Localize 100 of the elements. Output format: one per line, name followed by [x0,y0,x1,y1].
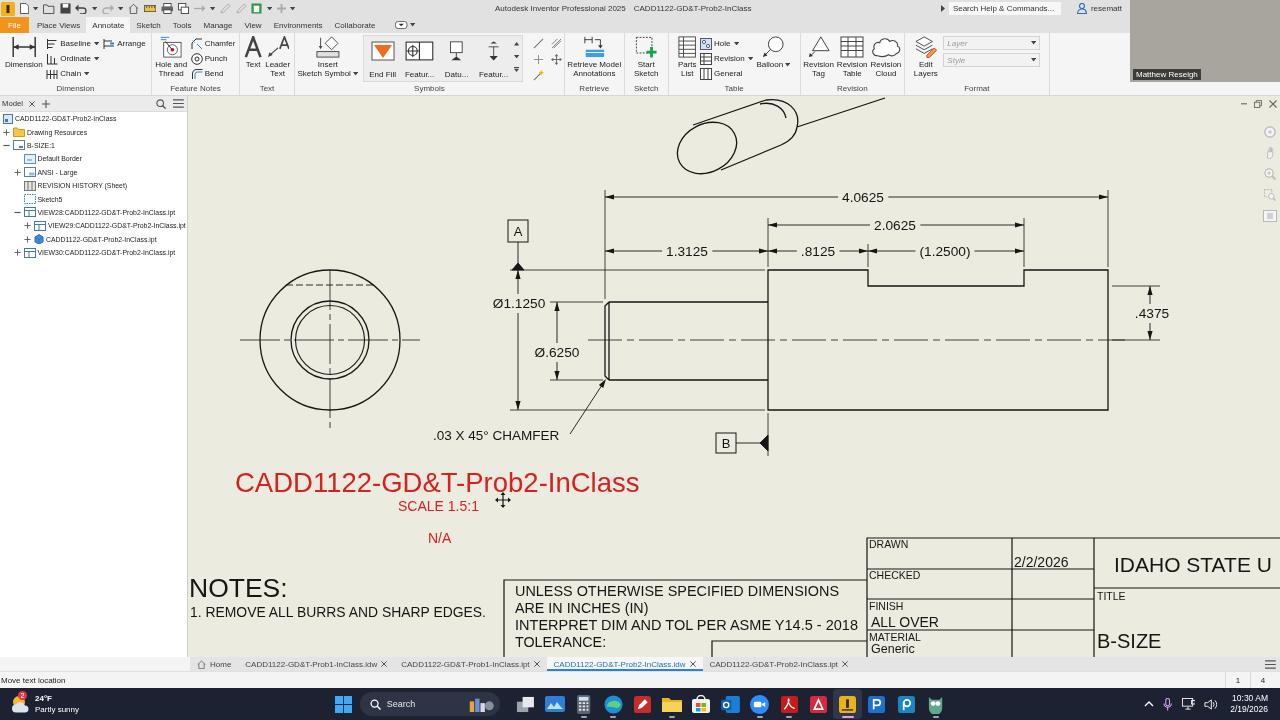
ribbon-tab[interactable]: Sketch [130,17,167,33]
ribbon-button[interactable]: Hole and Thread [154,35,188,79]
ribbon-button[interactable]: Balloon [756,35,791,70]
ribbon-tab[interactable]: Manage [197,17,239,33]
taskbar-search-bar[interactable]: Search [359,692,500,716]
document-tab[interactable]: CADD1122-GD&T-Prob1-InClass.idw [238,657,395,671]
close-icon[interactable] [28,100,35,107]
ribbon-button[interactable]: Retrieve Model Annotations [566,35,622,79]
diagonal-line-icon[interactable] [532,38,544,49]
ribbon-button[interactable]: Chain [45,66,101,81]
expand-icon[interactable] [3,128,10,136]
square-frame-icon[interactable] [251,3,263,14]
close-icon[interactable] [841,661,848,667]
printer-icon[interactable] [160,3,174,14]
ribbon-button[interactable]: Bend [189,66,237,81]
ribbon-button[interactable]: Start Sketch [633,35,659,79]
menu-icon[interactable] [173,99,184,108]
user-icon[interactable] [1076,3,1087,14]
windows-logo-icon[interactable] [335,695,353,713]
crosshair-icon[interactable] [532,54,544,65]
scroll-up-icon[interactable] [513,42,519,46]
restore-icon[interactable] [1254,100,1262,108]
ribbon-button[interactable]: Chamfer [189,36,237,51]
search-input[interactable]: Search [386,699,463,709]
menu-icon[interactable] [1265,659,1276,669]
ribbon-button[interactable]: Leader Text [264,35,291,79]
ribbon-button[interactable]: Punch [189,51,237,66]
close-icon[interactable] [381,661,388,667]
expand-icon[interactable] [24,235,31,243]
close-icon[interactable] [533,661,540,667]
plus-icon[interactable] [41,99,50,108]
sparkle-line-icon[interactable] [532,70,544,81]
undo-icon[interactable] [75,3,88,14]
new-file-icon[interactable] [19,3,29,14]
caret-icon[interactable] [33,6,39,11]
ribbon-button[interactable]: General [699,66,754,81]
expand-icon[interactable] [13,249,21,257]
ribbon-button[interactable]: Insert Sketch Symbol [297,35,359,79]
shopping-bag-icon [692,695,711,713]
caret-icon[interactable] [290,6,296,11]
gallery-item[interactable]: Featur... [476,38,511,79]
caret-icon[interactable] [210,6,216,11]
home-icon[interactable] [128,3,140,14]
overlapping-windows-icon[interactable] [177,3,189,14]
search-icon[interactable] [156,98,167,109]
close-icon[interactable] [689,661,696,667]
network-icon[interactable] [1181,698,1196,710]
caret-icon[interactable] [409,23,416,27]
taskbar-app-button[interactable] [833,689,863,719]
microphone-icon[interactable] [1163,697,1173,711]
hatch-lines-icon[interactable] [550,38,562,49]
ribbon-button[interactable]: Revision Tag [802,35,835,79]
chevron-right-icon[interactable] [940,5,945,12]
folder-icon [661,696,682,712]
ribbon-button[interactable]: Dimension [4,35,44,70]
expand-icon[interactable] [24,222,31,230]
chevron-up-icon[interactable] [1144,701,1155,707]
document-tab[interactable]: Home [190,657,239,671]
ribbon-button[interactable]: Parts List [677,35,698,79]
speaker-icon[interactable] [1204,698,1218,710]
ribbon-tab[interactable]: Tools [166,17,198,33]
ruler-icon[interactable] [143,5,156,12]
expand-icon[interactable] [13,168,21,176]
gallery-item[interactable]: Featur... [402,38,437,79]
caret-icon[interactable] [267,6,273,11]
ribbon-tab[interactable]: View [238,17,268,33]
extension-line [867,243,869,268]
folder-icon[interactable] [43,3,55,14]
search-field[interactable]: Search Help & Commands... [948,2,1061,15]
ribbon-button[interactable]: Revision Cloud [870,35,902,79]
document-tab[interactable]: CADD1122-GD&T-Prob2-InClass.ipt [702,657,855,671]
gallery-item[interactable]: End Fill [365,38,400,79]
minimize-icon[interactable] [1240,103,1247,105]
ribbon-button[interactable]: Revision [699,51,754,66]
ribbon-button[interactable]: Edit Layers [913,35,939,79]
ribbon-tab[interactable]: Collaborate [328,17,382,33]
gallery-more-icon[interactable] [513,67,519,72]
ribbon-tab[interactable]: Place Views [30,17,87,33]
ribbon-button[interactable]: Revision Table [836,35,869,79]
four-arrows-icon[interactable] [550,54,562,65]
ribbon-button[interactable]: Hole [699,36,754,51]
ribbon-tab[interactable]: Annotate [86,17,131,33]
clock-date[interactable]: 2/19/2026 [1230,704,1268,715]
panel-toggle-icon[interactable] [395,21,408,29]
close-icon[interactable] [1269,100,1277,108]
ribbon-button[interactable]: Arrange [102,36,147,51]
ribbon-button[interactable]: Baseline [45,36,101,51]
gallery-item[interactable]: Datu... [439,38,474,79]
user-name[interactable]: resematt [1090,4,1122,13]
clock-time[interactable]: 10:30 AM [1232,693,1268,704]
scroll-down-icon[interactable] [513,54,519,58]
ribbon-button[interactable]: Ordinate [45,51,101,66]
caret-icon[interactable] [91,6,98,11]
document-tab[interactable]: CADD1122-GD&T-Prob2-InClass.idw [546,657,703,671]
sun-cloud-icon[interactable] [11,695,31,713]
ribbon-tab[interactable]: Environments [267,17,329,33]
caret-icon[interactable] [118,6,124,11]
ribbon-button[interactable]: Text [243,35,263,70]
document-tab[interactable]: CADD1122-GD&T-Prob1-InClass.ipt [394,657,547,671]
app-logo-icon[interactable] [1,1,15,16]
